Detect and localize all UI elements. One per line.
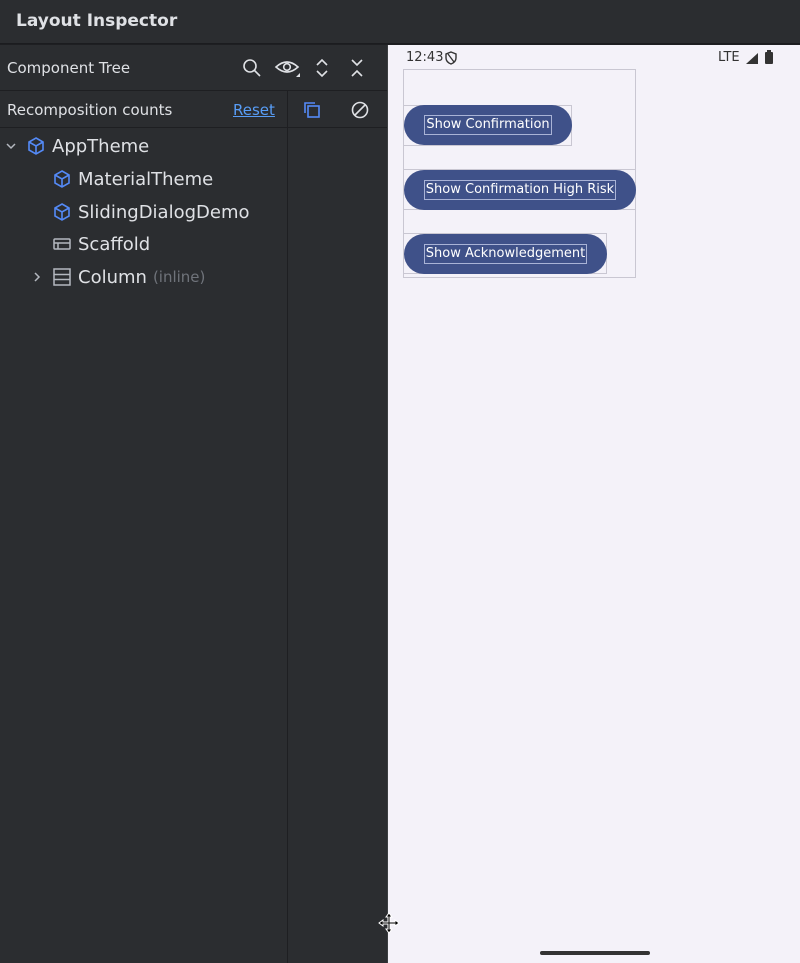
tree-node-slidingdialogdemo[interactable]: SlidingDialogDemo [52, 199, 250, 225]
show-acknowledgement-button[interactable]: Show Acknowledgement [404, 234, 607, 274]
compose-cube-icon [52, 169, 72, 189]
reset-link[interactable]: Reset [233, 101, 275, 119]
tree-node-label: Scaffold [78, 233, 151, 255]
copy-icon[interactable] [300, 98, 324, 122]
scaffold-icon [52, 234, 72, 254]
component-tree-toolbar: Component Tree [0, 45, 387, 91]
chevron-down-icon[interactable] [4, 139, 18, 153]
component-tree-title: Component Tree [7, 59, 131, 77]
tree-node-suffix: (inline) [152, 268, 206, 286]
tree-node-label: Column [78, 266, 147, 288]
component-tree-panel: Component Tree Recomposition counts Rese… [0, 45, 387, 963]
tree-node-apptheme[interactable]: AppTheme [4, 133, 149, 159]
eye-icon[interactable] [274, 56, 302, 80]
signal-icon [745, 50, 759, 69]
button-label: Show Confirmation [424, 115, 552, 135]
tree-node-materialtheme[interactable]: MaterialTheme [52, 166, 213, 192]
tree-node-label: AppTheme [52, 135, 150, 157]
battery-icon [764, 49, 774, 68]
expand-all-icon[interactable] [310, 56, 334, 80]
show-confirmation-high-risk-button[interactable]: Show Confirmation High Risk [404, 170, 636, 210]
tree-node-scaffold[interactable]: Scaffold [52, 231, 150, 257]
title-bar: Layout Inspector [0, 0, 800, 44]
window-title: Layout Inspector [16, 11, 178, 31]
status-bar: 12:43 LTE [388, 45, 800, 69]
gesture-nav-handle [540, 951, 650, 955]
tree-node-label: MaterialTheme [78, 168, 214, 190]
tree-node-column[interactable]: Column (inline) [30, 264, 205, 290]
device-preview: 12:43 LTE Show Confirmation Show Confirm… [388, 45, 800, 963]
button-label: Show Acknowledgement [423, 244, 588, 264]
chevron-right-icon[interactable] [30, 270, 44, 284]
compose-cube-icon [52, 202, 72, 222]
status-time: 12:43 [406, 50, 444, 65]
search-icon[interactable] [240, 56, 264, 80]
move-cursor-icon [378, 912, 400, 934]
column-divider [287, 91, 288, 963]
status-network: LTE [718, 50, 740, 65]
show-confirmation-button[interactable]: Show Confirmation [404, 105, 572, 145]
recomposition-bar: Recomposition counts Reset [0, 92, 387, 128]
compose-cube-icon [26, 136, 46, 156]
tree-node-label: SlidingDialogDemo [78, 201, 250, 223]
button-label: Show Confirmation High Risk [423, 180, 617, 200]
shield-icon [445, 50, 457, 69]
collapse-all-icon[interactable] [345, 56, 369, 80]
disable-icon[interactable] [348, 98, 372, 122]
recomposition-label: Recomposition counts [7, 101, 173, 119]
column-icon [52, 267, 72, 287]
